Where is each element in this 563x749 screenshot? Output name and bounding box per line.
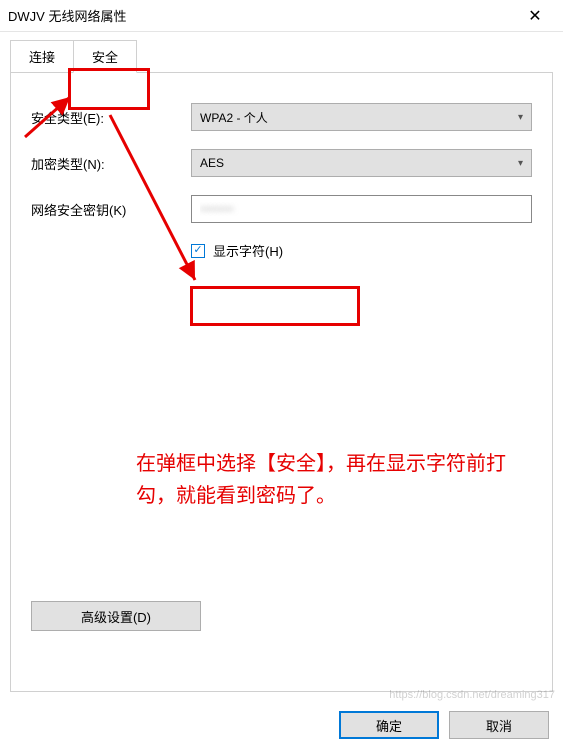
encryption-value: AES: [200, 156, 224, 170]
check-icon: ✓: [193, 245, 202, 256]
cancel-label: 取消: [486, 716, 512, 735]
tab-security[interactable]: 安全: [73, 40, 137, 73]
cancel-button[interactable]: 取消: [449, 711, 549, 739]
tab-strip: 连接 安全: [10, 40, 553, 73]
security-type-select[interactable]: WPA2 - 个人 ▾: [191, 103, 532, 131]
ok-button[interactable]: 确定: [339, 711, 439, 739]
ok-label: 确定: [376, 716, 402, 735]
encryption-select[interactable]: AES ▾: [191, 149, 532, 177]
button-bar: 确定 取消: [339, 711, 549, 739]
key-input[interactable]: [191, 195, 532, 223]
row-key: 网络安全密钥(K): [31, 195, 532, 223]
window-title: DWJV 无线网络属性: [8, 6, 515, 25]
close-icon: ✕: [528, 6, 541, 26]
show-chars-label: 显示字符(H): [213, 241, 283, 260]
encryption-label: 加密类型(N):: [31, 154, 191, 173]
tab-security-label: 安全: [92, 50, 118, 65]
watermark: https://blog.csdn.net/dreaming317: [389, 689, 555, 701]
row-show-chars: ✓ 显示字符(H): [191, 241, 532, 260]
annotation-text: 在弹框中选择【安全】，再在显示字符前打勾，就能看到密码了。: [136, 448, 536, 512]
chevron-down-icon: ▾: [518, 112, 523, 123]
tab-connect-label: 连接: [29, 50, 55, 65]
row-security-type: 安全类型(E): WPA2 - 个人 ▾: [31, 103, 532, 131]
chevron-down-icon: ▾: [518, 158, 523, 169]
key-label: 网络安全密钥(K): [31, 200, 191, 219]
tab-panel-security: 安全类型(E): WPA2 - 个人 ▾ 加密类型(N): AES ▾ 网络安全…: [10, 72, 553, 692]
advanced-settings-button[interactable]: 高级设置(D): [31, 601, 201, 631]
client-area: 连接 安全 安全类型(E): WPA2 - 个人 ▾ 加密类型(N): AES …: [0, 32, 563, 749]
row-encryption: 加密类型(N): AES ▾: [31, 149, 532, 177]
titlebar: DWJV 无线网络属性 ✕: [0, 0, 563, 32]
tab-connect[interactable]: 连接: [10, 40, 74, 73]
security-type-label: 安全类型(E):: [31, 108, 191, 127]
security-type-value: WPA2 - 个人: [200, 109, 268, 126]
show-chars-checkbox[interactable]: ✓: [191, 244, 205, 258]
close-button[interactable]: ✕: [515, 2, 555, 30]
advanced-settings-label: 高级设置(D): [81, 607, 151, 626]
